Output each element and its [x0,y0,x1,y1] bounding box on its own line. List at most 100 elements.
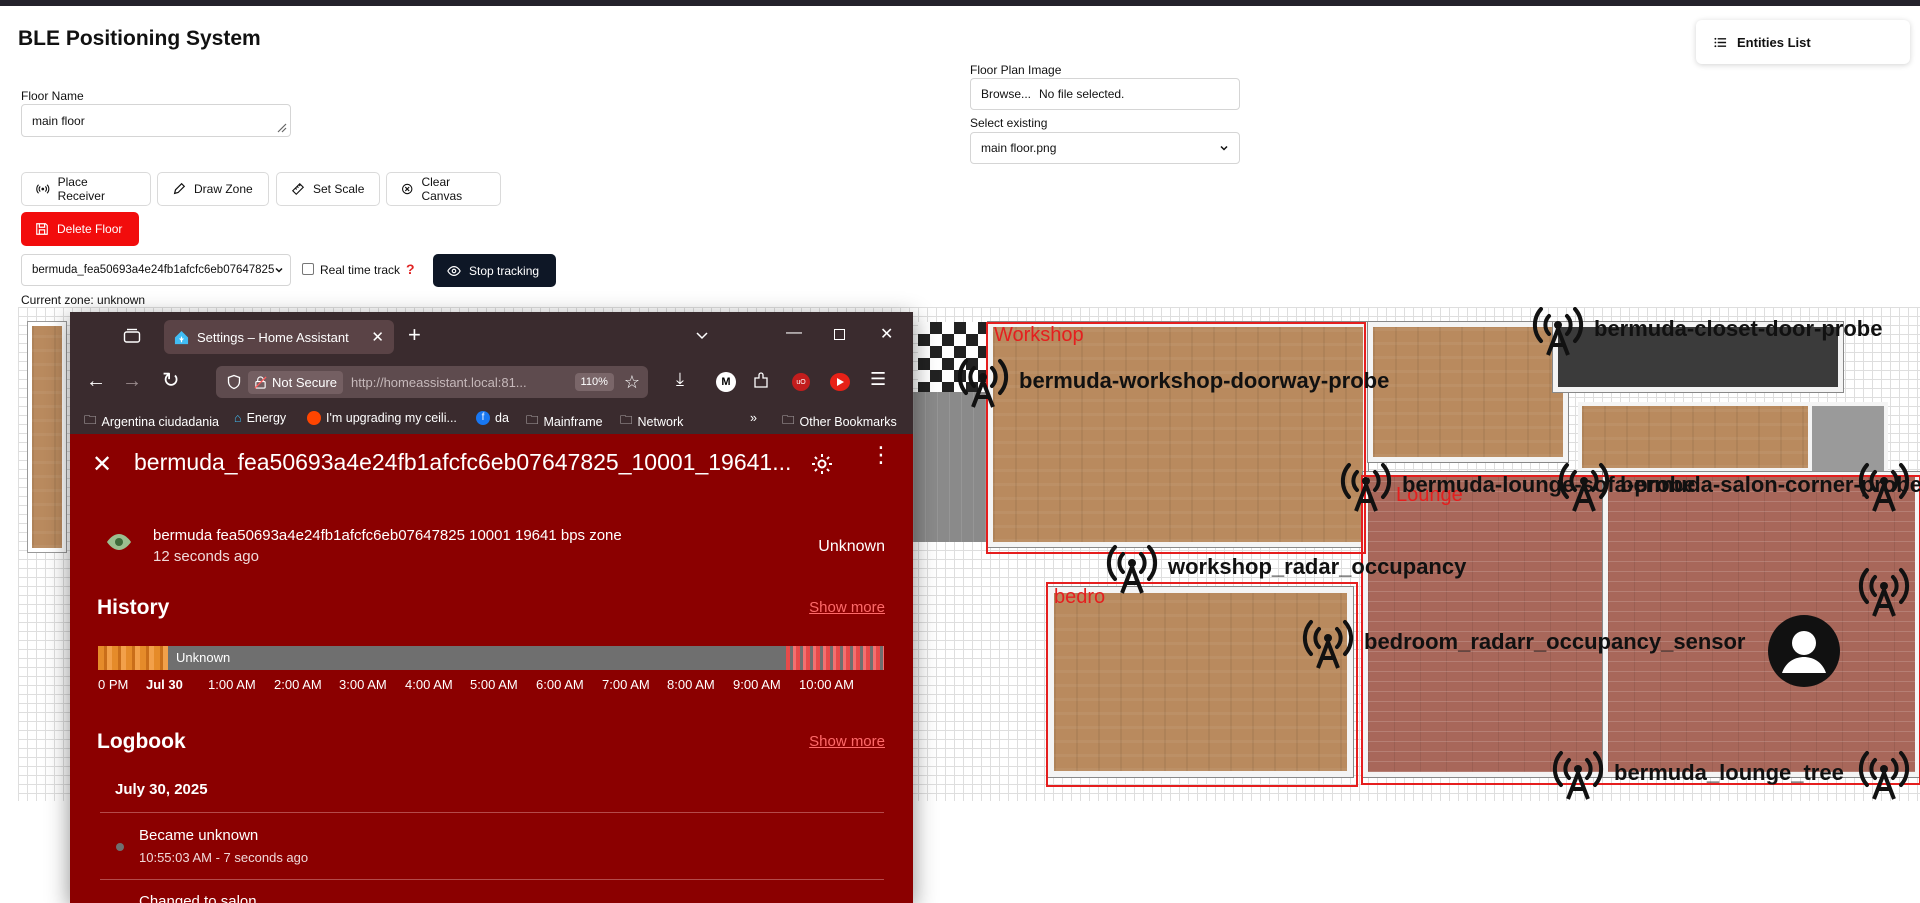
not-secure-badge[interactable]: Not Secure [248,370,344,394]
chevron-down-icon [1220,145,1228,151]
select-existing-dropdown[interactable]: main floor.png [970,132,1240,164]
broadcast-tower-icon [1858,568,1910,617]
set-scale-button[interactable]: Set Scale [276,172,380,206]
tab-close-icon[interactable]: ✕ [371,328,384,346]
entities-list-label: Entities List [1737,34,1811,50]
bookmark-star-icon[interactable]: ☆ [624,372,640,393]
browse-button[interactable]: Browse... [981,87,1031,101]
clear-circle-icon [402,183,413,195]
delete-floor-button[interactable]: Delete Floor [21,212,139,246]
broadcast-tower-icon [1858,751,1910,800]
more-options-icon[interactable]: ⋮ [870,444,892,466]
current-zone-label: Current zone: [21,293,94,307]
logbook-show-more-link[interactable]: Show more [809,733,885,750]
tab-home-assistant[interactable]: Settings – Home Assistant ✕ [164,320,394,354]
bookmarks-overflow[interactable]: » [750,411,757,425]
minimize-icon[interactable]: — [786,324,802,342]
device-select-dropdown[interactable]: bermuda_fea50693a4e24fb1afcfc6eb07647825 [21,254,291,286]
bookmarks-bar: 🗀 Argentina ciudadania ⌂ Energy I'm upgrad… [70,404,913,434]
real-time-track-checkbox[interactable] [302,263,314,275]
resize-handle-icon[interactable] [275,121,287,133]
tab-list-chevron-icon[interactable] [695,330,709,342]
nav-bar: ← → ↻ Not Secure http://homeassistant.lo… [70,360,913,404]
probe-workshop-doorway[interactable]: bermuda-workshop-doorway-probe [953,351,1389,411]
maximize-icon[interactable] [834,329,845,340]
log-entry-title: Changed to salon [139,893,257,903]
entities-list-button[interactable]: Entities List [1696,20,1910,64]
probe-closet-door[interactable]: bermuda-closet-door-probe [1528,307,1882,359]
browser-window[interactable]: Settings – Home Assistant ✕ + — ✕ ← → ↻ … [70,312,913,903]
lock-warning-icon [254,375,267,389]
time-tick-label: 1:00 AM [208,677,256,692]
url-bar[interactable]: Not Secure http://homeassistant.local:81… [216,366,648,398]
folder-icon: 🗀 [526,413,539,427]
draw-zone-button[interactable]: Draw Zone [157,172,269,206]
dialog-close-icon[interactable]: ✕ [92,450,112,479]
person-marker-icon[interactable] [1766,613,1842,689]
floor-plan-file-input[interactable]: Browse... No file selected. [970,78,1240,110]
youtube-icon[interactable] [830,373,850,391]
bookmark-item[interactable]: 🗀 Argentina ciudadania [84,411,219,432]
forward-icon[interactable]: → [122,370,142,393]
probe-label: bermuda_lounge_tree [1614,760,1844,785]
place-receiver-button[interactable]: Place Receiver [21,172,151,206]
place-receiver-label: Place Receiver [57,175,105,203]
bookmark-item[interactable]: 🗀 Mainframe [526,411,603,432]
zoom-badge[interactable]: 110% [574,373,614,391]
bookmark-label: da [495,411,509,425]
bookmark-label: I'm upgrading my ceili... [326,411,457,425]
bookmark-item[interactable]: f da [476,411,509,425]
zone-label-workshop: Workshop [994,324,1084,346]
menu-hamburger-icon[interactable]: ☰ [870,369,886,390]
probe-lounge-tree[interactable]: bermuda_lounge_tree [1548,743,1844,801]
window-close-icon[interactable]: ✕ [880,324,893,344]
probe-right-edge-1[interactable] [1854,455,1914,515]
log-dot [116,843,124,851]
device-select-value: bermuda_fea50693a4e24fb1afcfc6eb07647825 [32,264,274,276]
probe-workshop-radar[interactable]: workshop_radar_occupancy [1102,537,1466,597]
history-show-more-link[interactable]: Show more [809,599,885,616]
account-m-icon[interactable]: M [716,372,736,392]
floor-name-input[interactable]: main floor [21,104,291,137]
page-title: BLE Positioning System [18,27,261,50]
facebook-icon: f [476,411,490,425]
draw-zone-label: Draw Zone [194,182,253,196]
reload-icon[interactable]: ↻ [162,368,180,393]
log-date: July 30, 2025 [115,781,208,798]
history-segment-red [786,646,884,670]
floor-name-label: Floor Name [21,89,84,103]
bookmark-item[interactable]: 🗀 Network [620,411,683,432]
probe-right-edge-3[interactable] [1854,743,1914,801]
time-tick-label: 6:00 AM [536,677,584,692]
broadcast-tower-icon [1558,463,1610,512]
bookmark-label: Network [637,414,684,429]
entity-state: Unknown [818,538,885,555]
other-bookmarks[interactable]: 🗀 Other Bookmarks [782,411,897,432]
extensions-icon[interactable] [752,372,770,390]
history-timeline-bar[interactable]: Unknown [98,646,884,670]
probe-bedroom-radar[interactable]: bedroom_radarr_occupancy_sensor [1298,612,1746,672]
back-icon[interactable]: ← [86,370,106,393]
clear-canvas-button[interactable]: Clear Canvas [386,172,501,206]
new-tab-icon[interactable]: + [408,322,421,348]
floor-plan-label: Floor Plan Image [970,63,1062,77]
time-tick-label: 5:00 AM [470,677,518,692]
tab-overview-icon[interactable] [123,328,141,344]
stop-tracking-button[interactable]: Stop tracking [433,254,556,287]
home-assistant-icon [174,330,189,344]
time-tick-label: 0 PM [98,677,129,692]
pencil-icon [173,182,186,195]
settings-gear-icon[interactable] [810,452,834,476]
broadcast-icon [36,184,50,194]
broadcast-tower-icon [1106,545,1158,594]
help-icon[interactable]: ? [406,261,415,277]
bookmark-item[interactable]: ⌂ Energy [234,411,286,425]
real-time-track-label: Real time track [320,263,401,277]
select-existing-label: Select existing [970,116,1048,130]
bookmark-item[interactable]: I'm upgrading my ceili... [307,411,457,425]
probe-right-edge-2[interactable] [1854,560,1914,620]
time-tick-label: 2:00 AM [274,677,322,692]
ublock-icon[interactable]: uO [792,373,810,391]
downloads-icon[interactable]: ⤓ [676,369,684,390]
history-heading: History [97,596,170,619]
